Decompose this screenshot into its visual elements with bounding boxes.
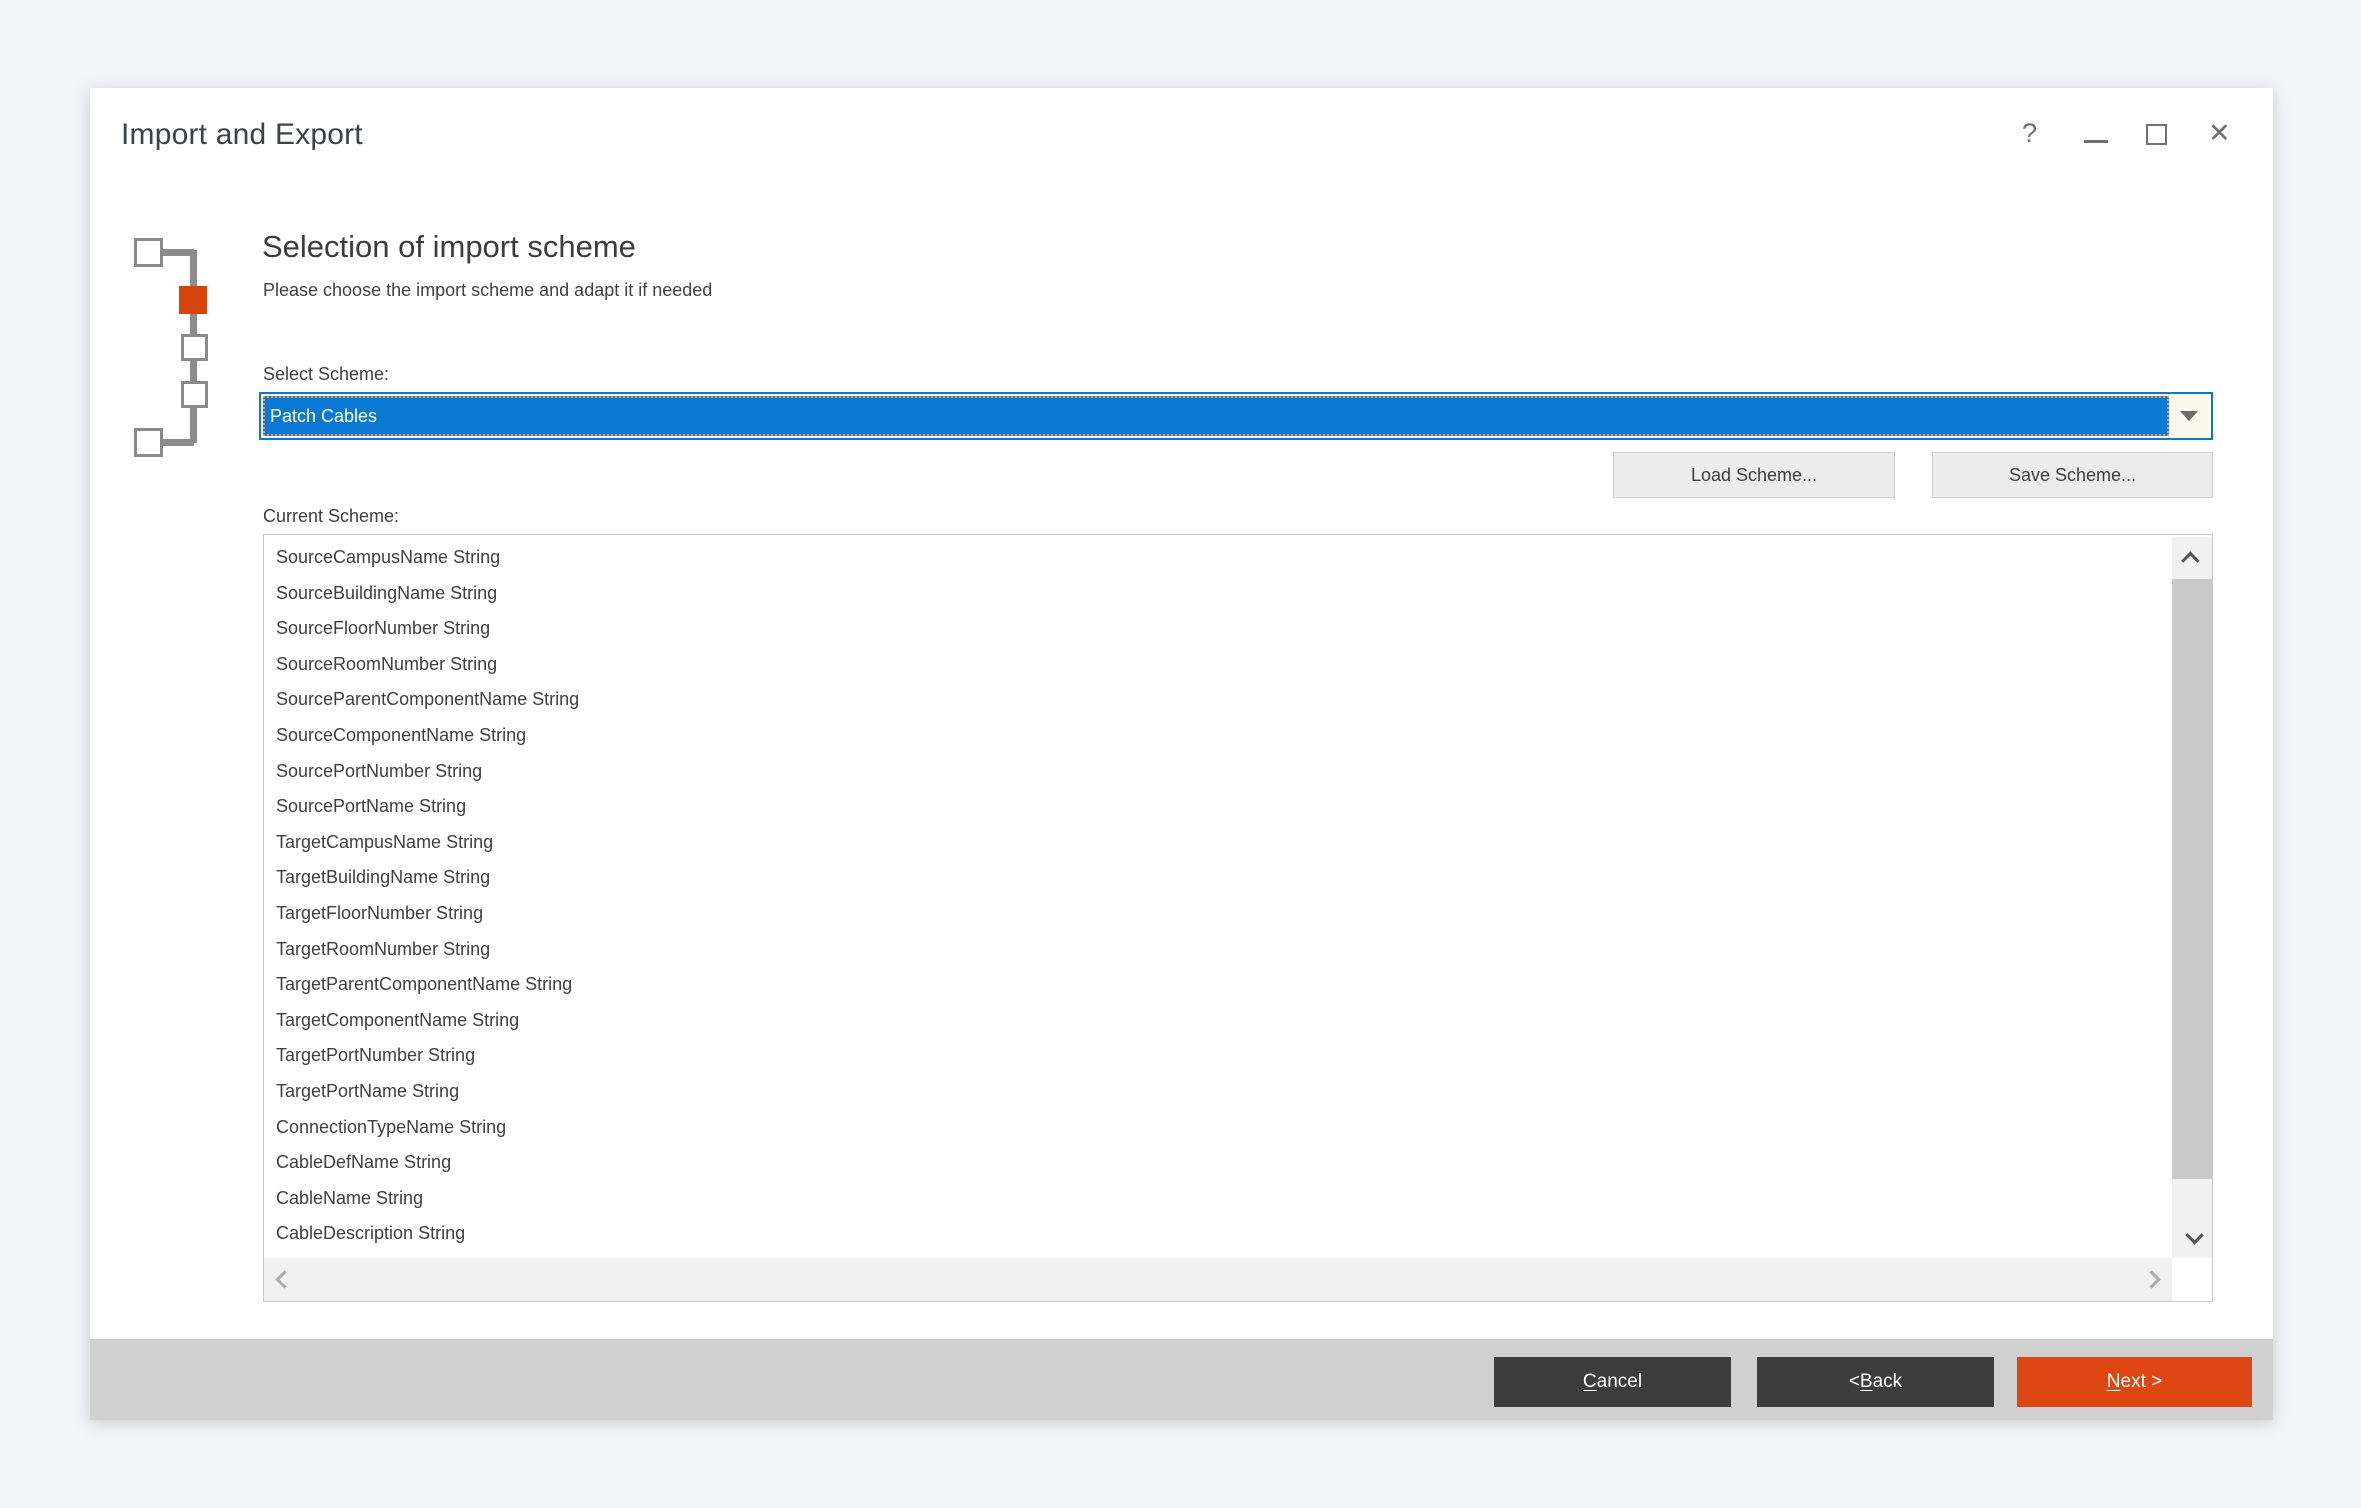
dropdown-arrow-button[interactable] xyxy=(2169,396,2209,436)
scheme-list-items: SourceCampusName StringSourceBuildingNam… xyxy=(264,535,2212,1252)
wizard-connector-bottom xyxy=(160,439,194,446)
scheme-field-item[interactable]: SourceParentComponentName String xyxy=(276,682,2212,718)
wizard-step-5 xyxy=(134,428,163,457)
chevron-down-icon xyxy=(2180,411,2198,421)
scheme-listbox[interactable]: SourceCampusName StringSourceBuildingNam… xyxy=(263,534,2213,1302)
scheme-field-item[interactable]: SourcePortName String xyxy=(276,789,2212,825)
page-title: Selection of import scheme xyxy=(262,229,636,265)
scroll-up-button[interactable] xyxy=(2172,537,2212,579)
scheme-field-item[interactable]: CableName String xyxy=(276,1181,2212,1217)
scheme-field-item[interactable]: SourcePortNumber String xyxy=(276,754,2212,790)
scheme-dropdown[interactable]: Patch Cables xyxy=(259,392,2213,440)
wizard-step-1 xyxy=(134,238,163,267)
scheme-field-item[interactable]: TargetPortName String xyxy=(276,1074,2212,1110)
scheme-field-item[interactable]: TargetCampusName String xyxy=(276,825,2212,861)
wizard-step-3 xyxy=(181,334,208,361)
scheme-field-item[interactable]: SourceRoomNumber String xyxy=(276,647,2212,683)
next-button[interactable]: Next > xyxy=(2017,1357,2252,1407)
scheme-field-item[interactable]: CableDefName String xyxy=(276,1145,2212,1181)
scheme-dropdown-value[interactable]: Patch Cables xyxy=(263,396,2169,436)
cancel-button[interactable]: Cancel xyxy=(1494,1357,1731,1407)
wizard-step-2 xyxy=(179,286,207,314)
scheme-field-item[interactable]: ConnectionTypeName String xyxy=(276,1110,2212,1146)
current-scheme-label: Current Scheme: xyxy=(263,506,399,527)
wizard-connector-top xyxy=(160,249,194,256)
vertical-scrollbar-track[interactable] xyxy=(2172,1179,2212,1216)
desktop-background: { "window": { "title": "Import and Expor… xyxy=(0,0,2361,1508)
scheme-field-item[interactable]: TargetParentComponentName String xyxy=(276,967,2212,1003)
scheme-field-item[interactable]: TargetComponentName String xyxy=(276,1003,2212,1039)
dialog-title: Import and Export xyxy=(121,118,363,152)
maximize-icon[interactable] xyxy=(2146,124,2167,145)
scroll-down-button[interactable] xyxy=(2172,1216,2212,1258)
scheme-field-item[interactable]: SourceCampusName String xyxy=(276,540,2212,576)
scheme-field-item[interactable]: CableDescription String xyxy=(276,1216,2212,1252)
chevron-up-icon xyxy=(2181,551,2199,569)
vertical-scrollbar[interactable] xyxy=(2172,537,2212,1258)
page-subtitle: Please choose the import scheme and adap… xyxy=(263,280,712,301)
chevron-right-icon[interactable] xyxy=(2142,1270,2160,1288)
select-scheme-label: Select Scheme: xyxy=(263,364,389,385)
scheme-field-item[interactable]: TargetRoomNumber String xyxy=(276,932,2212,968)
scheme-field-item[interactable]: TargetBuildingName String xyxy=(276,860,2212,896)
scheme-field-item[interactable]: SourceFloorNumber String xyxy=(276,611,2212,647)
vertical-scrollbar-thumb[interactable] xyxy=(2172,579,2212,1179)
chevron-left-icon[interactable] xyxy=(275,1270,293,1288)
scheme-field-item[interactable]: TargetFloorNumber String xyxy=(276,896,2212,932)
close-icon[interactable]: ✕ xyxy=(2208,118,2231,149)
minimize-icon[interactable] xyxy=(2084,140,2108,143)
chevron-down-scroll-icon xyxy=(2185,1226,2203,1244)
save-scheme-button[interactable]: Save Scheme... xyxy=(1932,452,2213,498)
scheme-field-item[interactable]: TargetPortNumber String xyxy=(276,1038,2212,1074)
horizontal-scrollbar[interactable] xyxy=(264,1258,2172,1301)
scheme-field-item[interactable]: SourceComponentName String xyxy=(276,718,2212,754)
wizard-step-4 xyxy=(181,381,208,408)
scheme-field-item[interactable]: SourceBuildingName String xyxy=(276,576,2212,612)
load-scheme-button[interactable]: Load Scheme... xyxy=(1613,452,1895,498)
back-button[interactable]: < Back xyxy=(1757,1357,1994,1407)
help-icon[interactable]: ? xyxy=(2022,118,2037,149)
